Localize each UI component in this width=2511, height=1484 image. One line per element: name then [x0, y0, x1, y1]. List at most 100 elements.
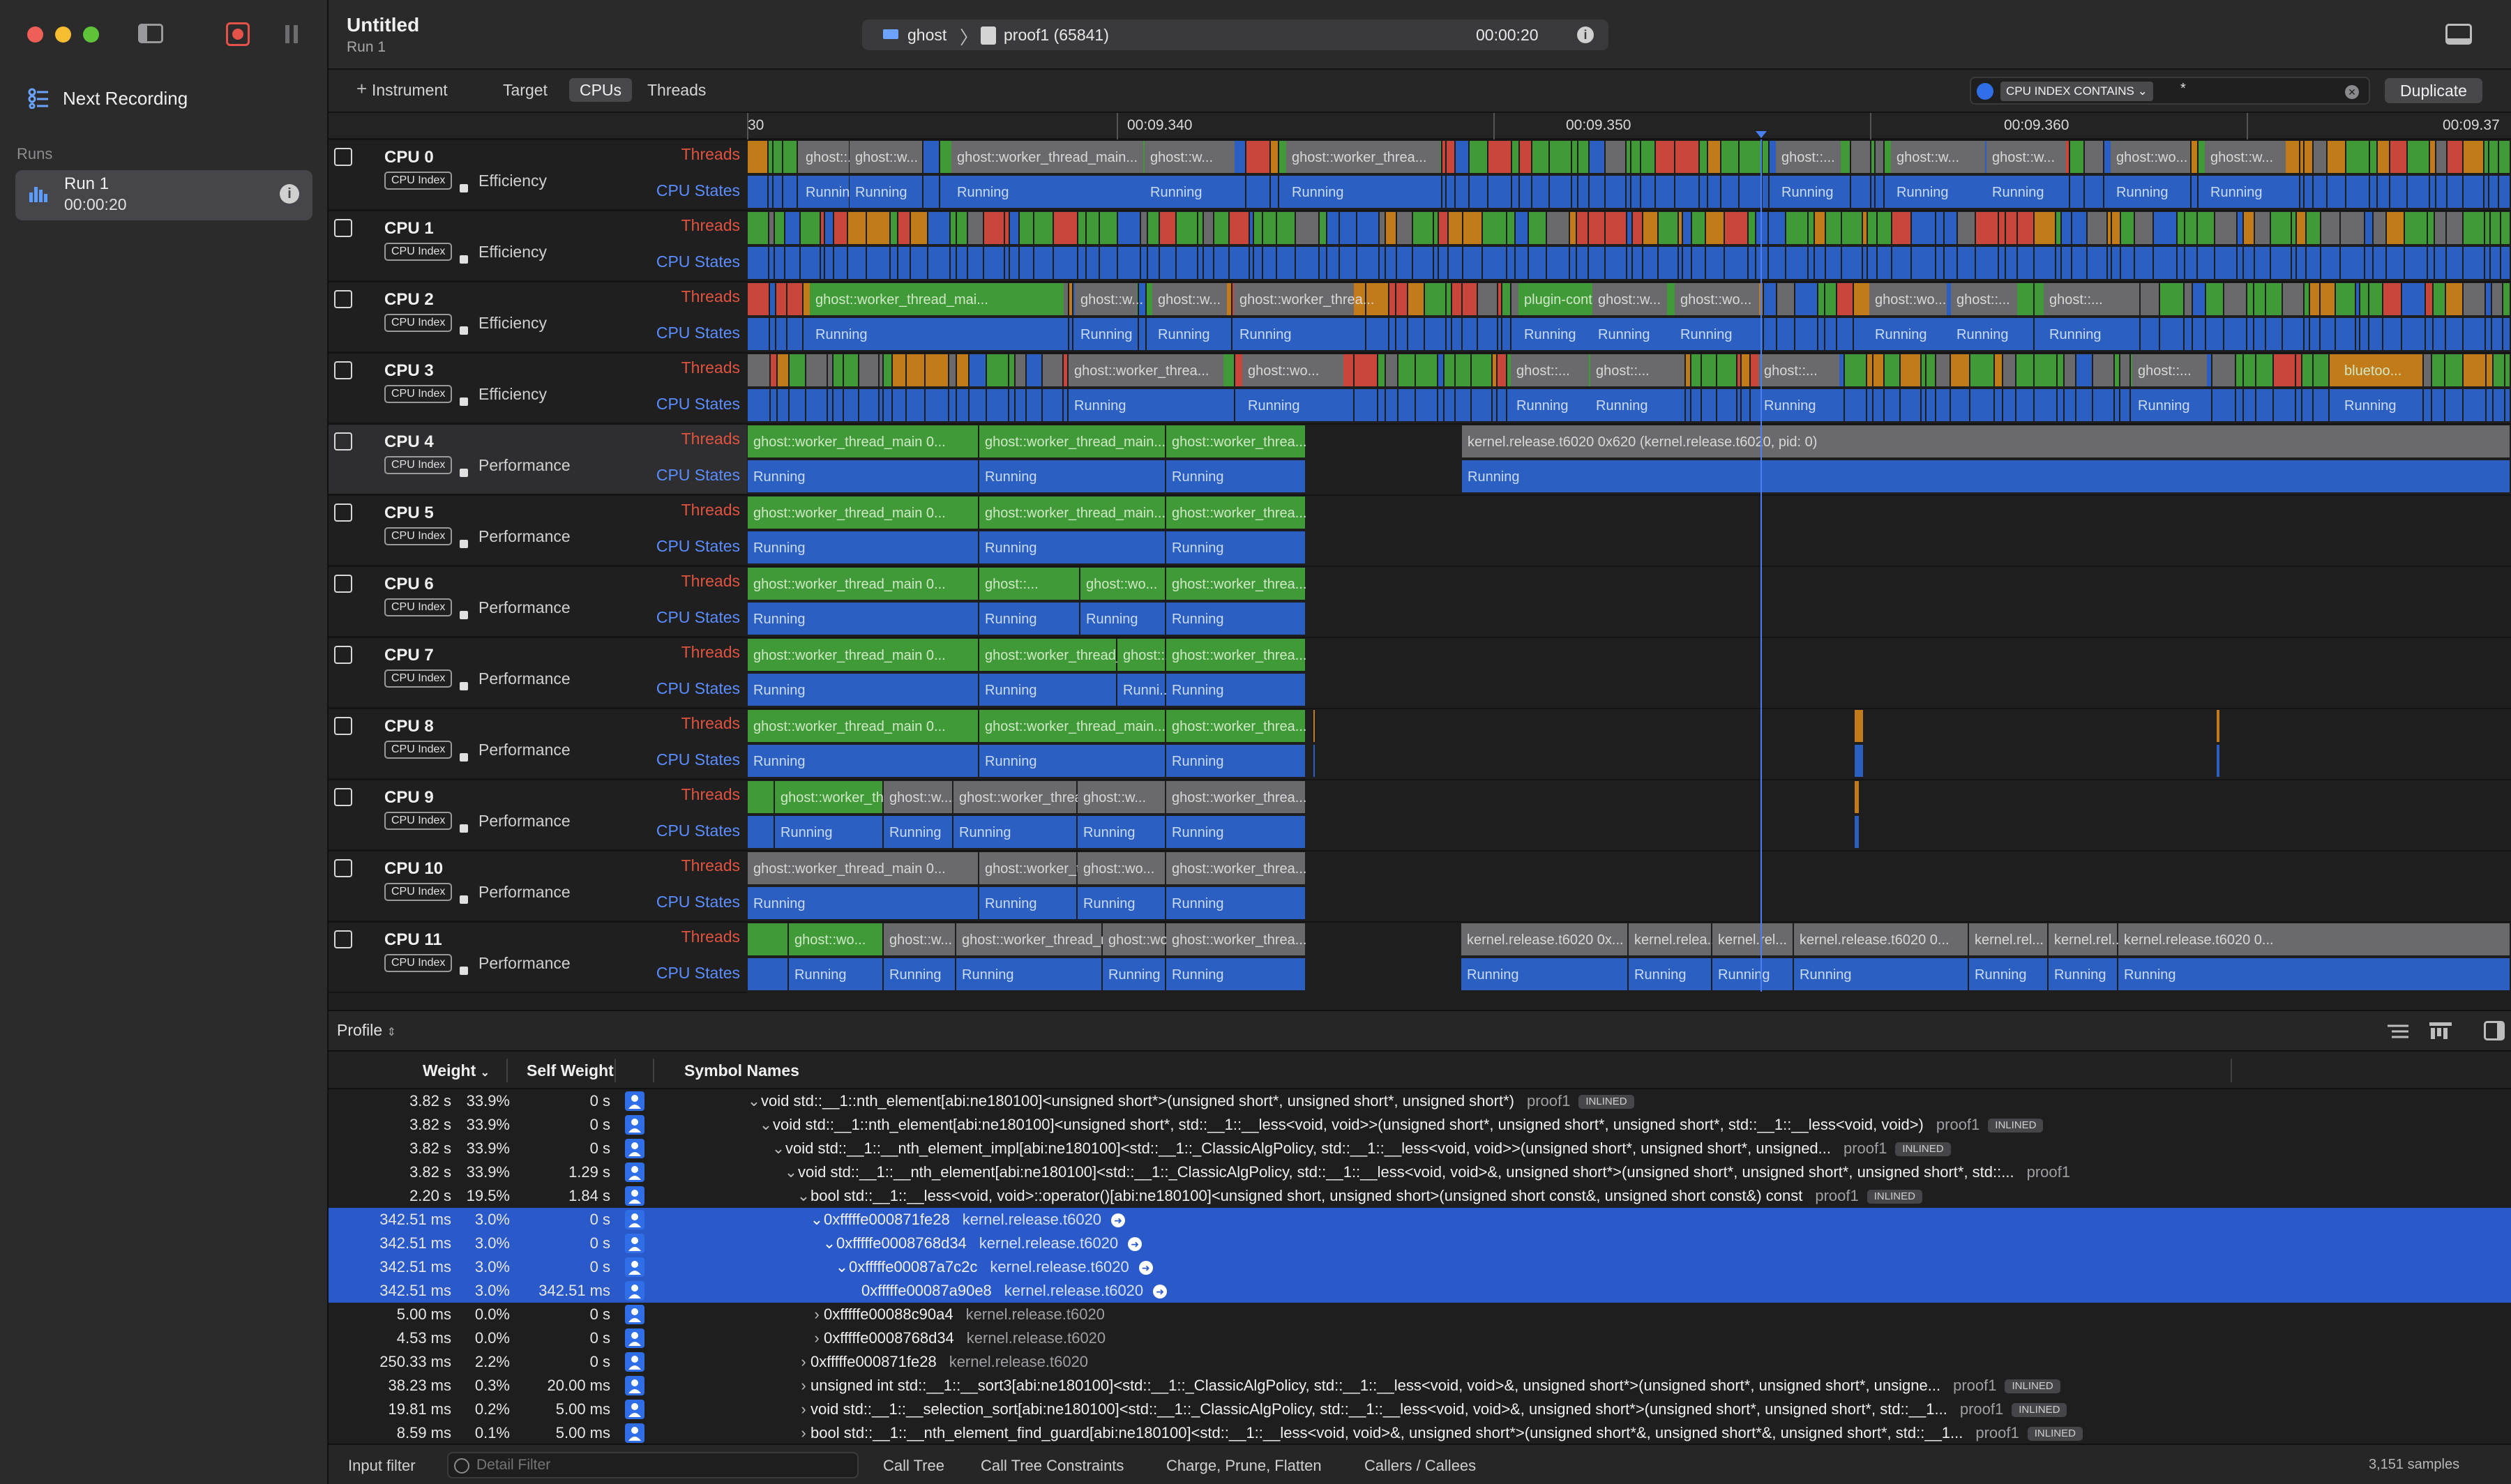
disclosure-chevron-icon[interactable]: ›: [810, 1326, 824, 1350]
callers-callees-button[interactable]: Callers / Callees: [1364, 1457, 1476, 1475]
disclosure-chevron-icon[interactable]: ›: [797, 1398, 810, 1421]
timeline-segment: [748, 318, 769, 350]
disclosure-chevron-icon[interactable]: ›: [797, 1374, 810, 1398]
record-button[interactable]: [226, 22, 250, 46]
timeline-segment: [926, 354, 948, 386]
call-tree-row[interactable]: 3.82 s 33.9% 1.29 s ⌄ void std::__1::__nth_e…: [329, 1160, 2511, 1184]
go-forward-icon[interactable]: ➜: [1111, 1213, 1126, 1228]
detail-filter-field[interactable]: [447, 1452, 859, 1478]
run-item[interactable]: Run 1 00:00:20 i: [15, 170, 312, 220]
segment-label: Running: [794, 967, 847, 983]
timeline-segment: [1589, 247, 1604, 279]
next-recording-label[interactable]: Next Recording: [63, 88, 188, 109]
disclosure-chevron-icon[interactable]: ›: [797, 1350, 810, 1374]
call-tree-row[interactable]: 38.23 ms 0.3% 20.00 ms › unsigned int std::_…: [329, 1374, 2511, 1398]
self-weight-column-header[interactable]: Self Weight: [527, 1061, 614, 1080]
call-tree-row[interactable]: 2.20 s 19.5% 1.84 s ⌄ bool std::__1::__less<…: [329, 1184, 2511, 1208]
call-tree-row[interactable]: 8.59 ms 0.1% 5.00 ms › bool std::__1::__nth_…: [329, 1421, 2511, 1445]
zoom-window-button[interactable]: [83, 26, 99, 43]
sidebar-toggle-icon[interactable]: [138, 24, 163, 43]
call-tree-row[interactable]: 342.51 ms 3.0% 342.51 ms 0xfffffe00087a90e8…: [329, 1279, 2511, 1303]
go-forward-icon[interactable]: ➜: [1153, 1285, 1168, 1299]
timeline-segment: [1118, 212, 1140, 244]
timeline-ruler[interactable]: 30 00:09.340 00:09.350 00:09.360 00:09.3…: [329, 113, 2511, 139]
call-tree-row[interactable]: 342.51 ms 3.0% 0 s ⌄ 0xfffffe00087a7c2c kerne…: [329, 1255, 2511, 1279]
segment-label: ghost::worker_thread_main...: [957, 150, 1138, 165]
detail-filter-input[interactable]: [476, 1456, 846, 1474]
symbol-names-column-header[interactable]: Symbol Names: [684, 1061, 799, 1080]
list-view-icon[interactable]: [2386, 1022, 2410, 1040]
call-tree-constraints-button[interactable]: Call Tree Constraints: [981, 1457, 1124, 1475]
call-tree-row[interactable]: 3.82 s 33.9% 0 s ⌄ void std::__1::__nth_elem…: [329, 1137, 2511, 1160]
call-tree-button[interactable]: Call Tree: [883, 1457, 944, 1475]
segment-label: Running: [753, 612, 806, 627]
disclosure-chevron-icon[interactable]: ›: [797, 1421, 810, 1445]
disclosure-chevron-icon[interactable]: ⌄: [822, 1232, 836, 1255]
add-instrument-button[interactable]: Instrument: [372, 81, 448, 100]
disclosure-chevron-icon[interactable]: ⌄: [784, 1160, 798, 1184]
timeline-segment: [2003, 389, 2015, 421]
timeline-segment: [1386, 247, 1396, 279]
tab-threads[interactable]: Threads: [647, 81, 706, 100]
flame-graph-icon[interactable]: [2429, 1022, 2452, 1040]
timeline-segment: [2070, 176, 2083, 208]
run-chart-icon: [29, 184, 49, 202]
call-tree-row[interactable]: 342.51 ms 3.0% 0 s ⌄ 0xfffffe0008768d34 kerne…: [329, 1232, 2511, 1255]
timeline-segment: [2370, 141, 2376, 173]
pause-button[interactable]: [285, 25, 298, 43]
disclosure-chevron-icon[interactable]: ⌄: [835, 1255, 849, 1279]
timeline-segment: [1100, 212, 1117, 244]
close-window-button[interactable]: [27, 26, 43, 43]
timeline-segment: [1493, 354, 1496, 386]
call-tree-row[interactable]: 250.33 ms 2.2% 0 s › 0xfffffe000871fe28 kerne…: [329, 1350, 2511, 1374]
track-graph[interactable]: ghost::...Runningghost::w...Runningghost…: [329, 139, 2511, 992]
playhead-marker-icon[interactable]: [1756, 131, 1767, 138]
go-forward-icon[interactable]: ➜: [1138, 1261, 1153, 1275]
filter-value[interactable]: *: [2180, 81, 2186, 97]
timeline-segment: [1749, 247, 1755, 279]
disclosure-chevron-icon[interactable]: ›: [810, 1303, 824, 1326]
call-tree-row[interactable]: 19.81 ms 0.2% 5.00 ms › void std::__1::__sel…: [329, 1398, 2511, 1421]
disclosure-chevron-icon[interactable]: ⌄: [810, 1208, 824, 1232]
timeline-segment: [1408, 283, 1424, 315]
column-divider[interactable]: [614, 1059, 616, 1082]
clear-filter-icon[interactable]: ✕: [2345, 85, 2359, 99]
track-filter-field[interactable]: CPU INDEX CONTAINS ⌄ * ✕: [1970, 77, 2370, 105]
go-forward-icon[interactable]: ➜: [1128, 1237, 1143, 1252]
segment-label: Running: [985, 612, 1037, 627]
info-icon[interactable]: i: [1577, 26, 1594, 43]
column-divider[interactable]: [2231, 1059, 2232, 1082]
segment-label: ghost::w...: [1897, 150, 1959, 165]
call-tree-row[interactable]: 5.00 ms 0.0% 0 s › 0xfffffe00088c90a4 kernel.…: [329, 1303, 2511, 1326]
tab-cpus[interactable]: CPUs: [569, 78, 632, 102]
call-tree-row[interactable]: 342.51 ms 3.0% 0 s ⌄ 0xfffffe000871fe28 kerne…: [329, 1208, 2511, 1232]
timeline-segment: [2062, 212, 2071, 244]
target-chooser[interactable]: ghost 〉 proof1 (65841) 00:00:20 i: [862, 20, 1608, 50]
disclosure-chevron-icon[interactable]: ⌄: [759, 1113, 773, 1137]
filter-token[interactable]: CPU INDEX CONTAINS ⌄: [2000, 82, 2153, 101]
info-icon[interactable]: i: [280, 184, 299, 204]
weight-column-header[interactable]: Weight ⌄: [423, 1061, 490, 1080]
duplicate-button[interactable]: Duplicate: [2385, 78, 2482, 103]
segment-label: ghost::worker_threa...: [1172, 861, 1306, 877]
tab-target[interactable]: Target: [503, 81, 548, 100]
timeline-segment: [1069, 283, 1072, 315]
call-tree-row[interactable]: 4.53 ms 0.0% 0 s › 0xfffffe0008768d34 kernel.…: [329, 1326, 2511, 1350]
timeline-segment: [2058, 389, 2063, 421]
charge-prune-flatten-button[interactable]: Charge, Prune, Flatten: [1166, 1457, 1322, 1475]
timeline-segment: [748, 923, 787, 955]
panel-toggle-icon[interactable]: [2445, 24, 2472, 45]
call-tree-row[interactable]: 3.82 s 33.9% 0 s ⌄ void std::__1::nth_elemen…: [329, 1113, 2511, 1137]
column-divider[interactable]: [506, 1059, 508, 1082]
timeline-segment: [1434, 247, 1438, 279]
disclosure-chevron-icon[interactable]: ⌄: [771, 1137, 785, 1160]
segment-label: ghost::wo...: [1248, 363, 1319, 379]
segment-label: Running: [1080, 327, 1133, 342]
column-divider[interactable]: [653, 1059, 654, 1082]
profile-mode-selector[interactable]: Profile ⇕: [337, 1021, 396, 1040]
minimize-window-button[interactable]: [55, 26, 71, 43]
call-tree-row[interactable]: 3.82 s 33.9% 0 s ⌄ void std::__1::nth_elemen…: [329, 1089, 2511, 1113]
disclosure-chevron-icon[interactable]: ⌄: [797, 1184, 810, 1208]
disclosure-chevron-icon[interactable]: ⌄: [747, 1089, 761, 1113]
inspector-toggle-icon[interactable]: [2484, 1021, 2505, 1040]
